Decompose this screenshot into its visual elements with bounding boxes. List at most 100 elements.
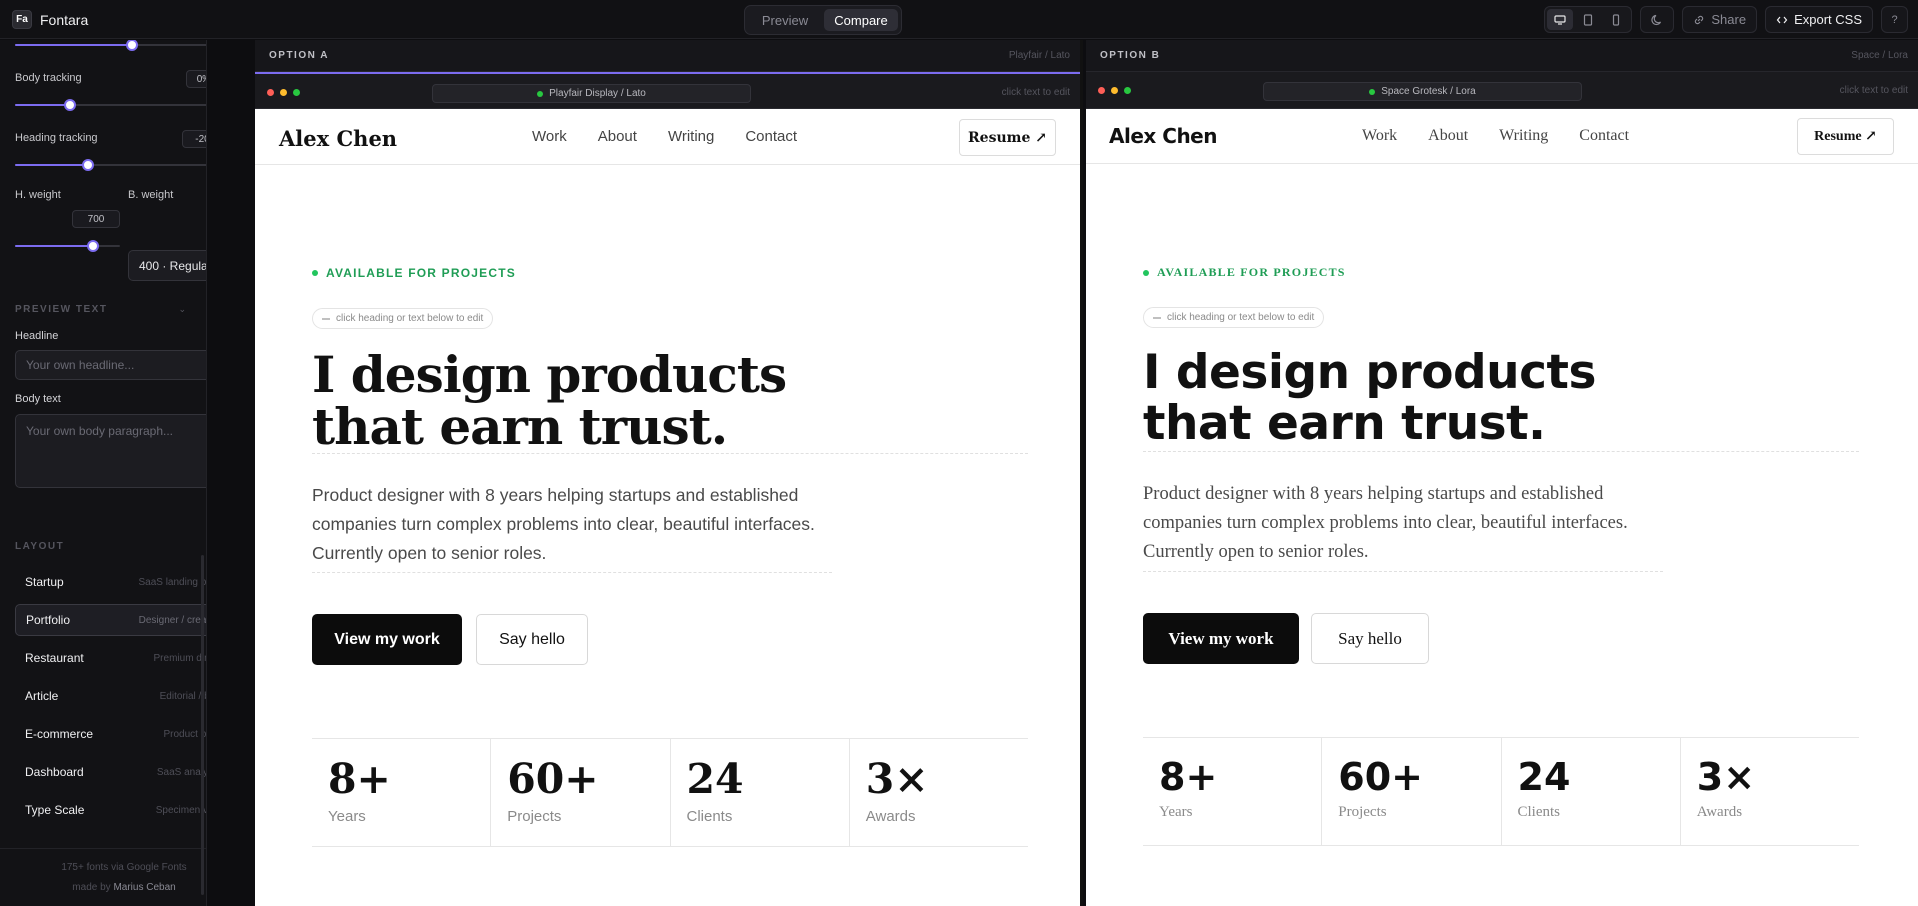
hero-headline[interactable]: I design products that earn trust.: [1143, 345, 1859, 452]
slider-knob[interactable]: [126, 40, 138, 51]
available-dot: [1143, 269, 1149, 276]
nav-writing[interactable]: Writing: [1499, 127, 1548, 145]
stat-label: Years: [328, 808, 366, 825]
site-logo[interactable]: Alex Chen: [279, 126, 397, 151]
edit-hint: click text to edit: [1001, 87, 1070, 98]
line-height-slider[interactable]: [15, 40, 206, 51]
minimize-dot: [1111, 87, 1118, 94]
tablet-icon[interactable]: [1575, 9, 1601, 30]
stat-number: 60+: [507, 755, 599, 803]
chevron-down-icon[interactable]: ⌄: [178, 304, 186, 315]
layout-name: E-commerce: [25, 727, 94, 741]
mobile-icon[interactable]: [1603, 9, 1629, 30]
layout-sub: SaaS landing page: [138, 576, 206, 588]
browser-chrome: Playfair Display / Lato click text to ed…: [255, 72, 1080, 109]
edit-hint: click text to edit: [1839, 85, 1908, 96]
compare-tab[interactable]: Compare: [824, 9, 898, 31]
resume-button[interactable]: Resume ↗: [959, 119, 1056, 156]
site-logo[interactable]: Alex Chen: [1109, 124, 1217, 148]
layout-item-article[interactable]: Article Editorial / blog: [15, 680, 206, 712]
share-icon: [1695, 15, 1704, 24]
body-textarea[interactable]: Your own body paragraph...: [15, 414, 206, 488]
say-hello-button[interactable]: Say hello: [1311, 613, 1429, 664]
heading-tracking-value[interactable]: -20‰: [182, 130, 206, 148]
layout-name: Article: [25, 689, 59, 703]
view-work-button[interactable]: View my work: [1143, 613, 1299, 664]
view-work-button[interactable]: View my work: [312, 614, 462, 665]
site-nav: Alex Chen Work About Writing Contact Res…: [1086, 109, 1918, 164]
hero-headline[interactable]: I design products that earn trust.: [312, 349, 1028, 454]
stat-number: 8+: [328, 755, 391, 803]
layout-heading: LAYOUT: [15, 541, 65, 552]
option-a-pane: OPTION A Playfair / Lato Playfair Displa…: [255, 40, 1083, 906]
nav-about[interactable]: About: [598, 128, 637, 145]
hint-icon: [1153, 316, 1161, 319]
font-pair-full: Playfair Display / Lato: [549, 88, 646, 99]
layout-item-restaurant[interactable]: Restaurant Premium dining: [15, 642, 206, 674]
hero-body[interactable]: Product designer with 8 years helping st…: [1143, 480, 1663, 572]
share-button[interactable]: Share: [1682, 6, 1758, 33]
layout-item-type-scale[interactable]: Type Scale Specimen view: [15, 794, 206, 826]
say-hello-button[interactable]: Say hello: [476, 614, 588, 665]
stat-number: 8+: [1159, 755, 1218, 799]
nav-contact[interactable]: Contact: [745, 128, 797, 145]
h-weight-value[interactable]: 700: [72, 210, 120, 228]
stat-number: 24: [1517, 755, 1571, 799]
font-pair-full: Space Grotesk / Lora: [1381, 86, 1476, 97]
site-nav: Alex Chen Work About Writing Contact Res…: [255, 109, 1080, 165]
edit-hint-pill: click heading or text below to edit: [1143, 307, 1325, 328]
nav-work[interactable]: Work: [532, 128, 567, 145]
body-tracking-slider[interactable]: [15, 99, 206, 111]
slider-knob[interactable]: [82, 159, 94, 171]
body-tracking-label: Body tracking: [15, 72, 82, 84]
layout-sub: Premium dining: [153, 652, 206, 664]
export-css-button[interactable]: Export CSS: [1765, 6, 1873, 33]
layout-item-portfolio[interactable]: Portfolio Designer / creative: [15, 604, 207, 636]
hint-icon: [322, 317, 330, 320]
hero-body[interactable]: Product designer with 8 years helping st…: [312, 481, 832, 573]
stat-clients: 24 Clients: [1502, 738, 1681, 845]
nav-about[interactable]: About: [1428, 127, 1468, 145]
h-weight-label: H. weight: [15, 189, 61, 201]
stat-years: 8+ Years: [312, 739, 492, 846]
option-label: OPTION A: [269, 50, 329, 61]
slider-knob[interactable]: [64, 99, 76, 111]
nav-contact[interactable]: Contact: [1579, 127, 1629, 145]
option-a-header: OPTION A Playfair / Lato: [255, 40, 1080, 72]
body-tracking-value[interactable]: 0‰: [186, 70, 206, 88]
b-weight-select[interactable]: 400 · Regular ▾: [128, 250, 206, 281]
font-pair-short: Playfair / Lato: [1008, 50, 1070, 61]
headline-input[interactable]: Your own headline...: [15, 350, 206, 380]
layout-item-startup[interactable]: Startup SaaS landing page: [15, 566, 206, 598]
nav-links: Work About Writing Contact: [1362, 127, 1629, 145]
headline-field-label: Headline: [15, 330, 59, 342]
preview-text-heading: PREVIEW TEXT: [15, 304, 108, 315]
font-pair-short: Space / Lora: [1851, 50, 1908, 61]
available-text: AVAILABLE FOR PROJECTS: [1157, 265, 1346, 279]
layout-item-ecommerce[interactable]: E-commerce Product page: [15, 718, 206, 750]
device-switcher: [1544, 6, 1633, 33]
help-button[interactable]: ?: [1881, 6, 1908, 33]
stats-row: 8+ Years 60+ Projects 24 Clients 3× Awar…: [1143, 737, 1859, 846]
theme-toggle[interactable]: [1640, 6, 1675, 33]
layout-sub: Designer / creative: [138, 614, 207, 626]
edit-hint-text: click heading or text below to edit: [336, 313, 484, 324]
slider-knob[interactable]: [87, 240, 99, 252]
available-dot: [312, 270, 318, 276]
layout-item-dashboard[interactable]: Dashboard SaaS analytics: [15, 756, 206, 788]
author-name[interactable]: Marius Ceban: [113, 882, 175, 893]
layout-sub: Specimen view: [155, 804, 206, 816]
heading-tracking-slider[interactable]: [15, 159, 206, 171]
heading-tracking-label: Heading tracking: [15, 132, 98, 144]
preview-tab[interactable]: Preview: [748, 9, 822, 31]
b-weight-label: B. weight: [128, 189, 174, 201]
fonts-count: 175+ fonts via Google Fonts: [61, 862, 187, 873]
nav-writing[interactable]: Writing: [668, 128, 714, 145]
h-weight-slider[interactable]: [15, 240, 120, 252]
desktop-icon[interactable]: [1547, 9, 1574, 30]
option-b-pane: OPTION B Space / Lora Space Grotesk / Lo…: [1086, 40, 1918, 906]
nav-work[interactable]: Work: [1362, 127, 1397, 145]
sidebar-scrollbar[interactable]: [201, 555, 204, 895]
resume-button[interactable]: Resume ↗: [1797, 118, 1894, 155]
headline-line-1: I design products: [1143, 345, 1596, 400]
